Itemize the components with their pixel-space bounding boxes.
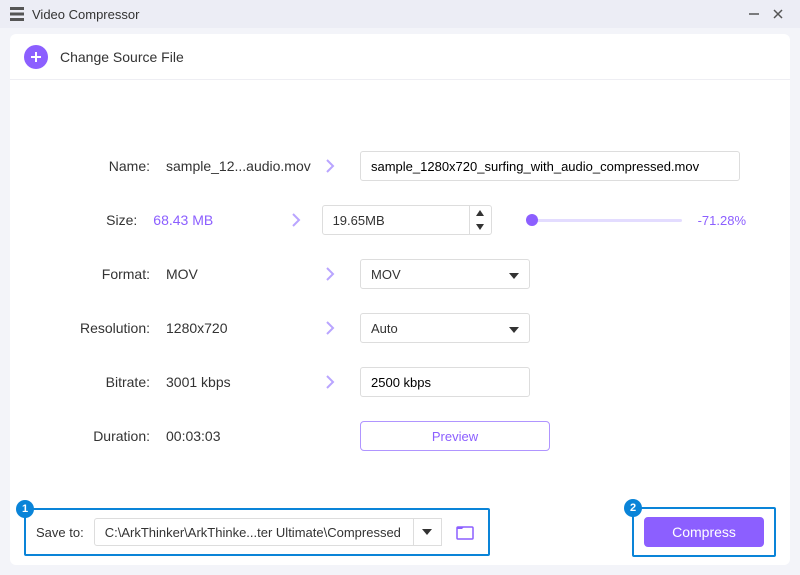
save-to-group: 1 Save to: C:\ArkThinker\ArkThinke...ter… — [24, 508, 490, 556]
size-value: 19.65MB — [323, 213, 469, 228]
bitrate-label: Bitrate: — [54, 374, 150, 390]
format-value: MOV — [371, 267, 401, 282]
bitrate-field[interactable] — [360, 367, 530, 397]
resolution-select[interactable]: Auto — [360, 313, 530, 343]
arrow-icon — [300, 159, 360, 173]
step-badge-1: 1 — [16, 500, 34, 518]
row-format: Format: MOV MOV — [54, 258, 746, 290]
name-original: sample_12...audio.mov — [150, 158, 300, 174]
compress-group: 2 Compress — [632, 507, 776, 557]
row-duration: Duration: 00:03:03 Preview — [54, 420, 746, 452]
minimize-button[interactable] — [742, 2, 766, 26]
size-stepper[interactable]: 19.65MB — [322, 205, 492, 235]
titlebar: Video Compressor — [0, 0, 800, 28]
save-path-dropdown[interactable] — [414, 518, 442, 546]
row-name: Name: sample_12...audio.mov — [54, 150, 746, 182]
row-bitrate: Bitrate: 3001 kbps — [54, 366, 746, 398]
size-slider[interactable]: -71.28% — [532, 213, 746, 228]
resolution-label: Resolution: — [54, 320, 150, 336]
format-label: Format: — [54, 266, 150, 282]
save-path-field[interactable]: C:\ArkThinker\ArkThinke...ter Ultimate\C… — [94, 518, 414, 546]
size-label: Size: — [54, 212, 137, 228]
add-source-button[interactable] — [24, 45, 48, 69]
compress-button[interactable]: Compress — [644, 517, 764, 547]
save-to-label: Save to: — [36, 525, 84, 540]
size-step-down[interactable] — [470, 220, 491, 234]
app-icon — [10, 7, 24, 21]
size-reduction: -71.28% — [698, 213, 746, 228]
arrow-icon — [270, 213, 322, 227]
row-size: Size: 68.43 MB 19.65MB -71.28% — [54, 204, 746, 236]
window-title: Video Compressor — [32, 7, 139, 22]
resolution-value: Auto — [371, 321, 398, 336]
chevron-down-icon — [509, 269, 519, 279]
format-select[interactable]: MOV — [360, 259, 530, 289]
save-path-text: C:\ArkThinker\ArkThinke...ter Ultimate\C… — [105, 525, 401, 540]
size-step-up[interactable] — [470, 206, 491, 220]
output-name-input[interactable] — [371, 159, 729, 174]
change-source-link[interactable]: Change Source File — [60, 49, 184, 65]
main-panel: Change Source File Name: sample_12...aud… — [10, 34, 790, 565]
format-original: MOV — [150, 266, 300, 282]
resolution-original: 1280x720 — [150, 320, 300, 336]
preview-button[interactable]: Preview — [360, 421, 550, 451]
duration-value: 00:03:03 — [150, 428, 300, 444]
settings-form: Name: sample_12...audio.mov Size: 68.43 … — [10, 80, 790, 499]
arrow-icon — [300, 267, 360, 281]
chevron-down-icon — [509, 323, 519, 333]
row-resolution: Resolution: 1280x720 Auto — [54, 312, 746, 344]
close-button[interactable] — [766, 2, 790, 26]
step-badge-2: 2 — [624, 499, 642, 517]
name-label: Name: — [54, 158, 150, 174]
size-original: 68.43 MB — [137, 212, 269, 228]
arrow-icon — [300, 375, 360, 389]
arrow-icon — [300, 321, 360, 335]
source-header: Change Source File — [10, 34, 790, 80]
footer: 1 Save to: C:\ArkThinker\ArkThinke...ter… — [10, 499, 790, 565]
bitrate-input[interactable] — [371, 375, 519, 390]
duration-label: Duration: — [54, 428, 150, 444]
output-name-field[interactable] — [360, 151, 740, 181]
browse-folder-button[interactable] — [452, 519, 478, 545]
app-window: Video Compressor Change Source File Name… — [0, 0, 800, 575]
bitrate-original: 3001 kbps — [150, 374, 300, 390]
slider-thumb[interactable] — [526, 214, 538, 226]
